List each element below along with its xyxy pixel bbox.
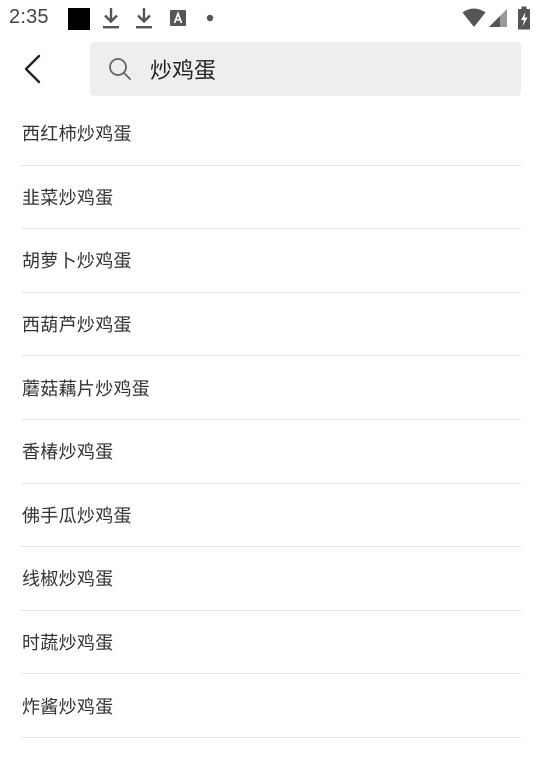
result-item[interactable]: 炸酱炒鸡蛋 [21,674,521,738]
back-button[interactable] [12,48,54,90]
result-item[interactable]: 香椿炒鸡蛋 [21,420,521,484]
download-icon [136,8,152,29]
status-bar: 2:35 [0,0,540,36]
result-item[interactable]: 线椒炒鸡蛋 [21,547,521,611]
dot-icon [206,14,214,22]
search-results-list: 西红柿炒鸡蛋 韭菜炒鸡蛋 胡萝卜炒鸡蛋 西葫芦炒鸡蛋 蘑菇藕片炒鸡蛋 香椿炒鸡蛋… [21,102,521,738]
status-time: 2:35 [9,6,49,28]
result-label: 韭菜炒鸡蛋 [22,187,114,209]
result-label: 西葫芦炒鸡蛋 [22,315,132,337]
result-item[interactable]: 西红柿炒鸡蛋 [21,102,521,166]
result-label: 蘑菇藕片炒鸡蛋 [22,378,151,400]
result-label: 佛手瓜炒鸡蛋 [22,505,132,527]
search-icon [108,57,132,81]
signal-icon [489,9,507,27]
search-input[interactable] [150,49,480,89]
result-label: 时蔬炒鸡蛋 [22,633,114,655]
notification-square-icon [68,8,90,30]
font-icon [170,10,186,26]
result-item[interactable]: 韭菜炒鸡蛋 [21,166,521,230]
search-header [0,36,540,102]
battery-charging-icon [518,6,530,30]
result-item[interactable]: 西葫芦炒鸡蛋 [21,293,521,357]
result-item[interactable]: 佛手瓜炒鸡蛋 [21,484,521,548]
result-item[interactable]: 时蔬炒鸡蛋 [21,611,521,675]
result-item[interactable]: 胡萝卜炒鸡蛋 [21,229,521,293]
result-label: 胡萝卜炒鸡蛋 [22,251,132,273]
result-label: 香椿炒鸡蛋 [22,442,114,464]
result-label: 炸酱炒鸡蛋 [22,696,114,718]
search-box[interactable] [90,42,521,96]
result-label: 线椒炒鸡蛋 [22,569,114,591]
chevron-left-icon [24,54,41,84]
wifi-icon [462,8,486,27]
result-item[interactable]: 蘑菇藕片炒鸡蛋 [21,356,521,420]
download-icon [103,8,119,29]
result-label: 西红柿炒鸡蛋 [22,124,132,146]
